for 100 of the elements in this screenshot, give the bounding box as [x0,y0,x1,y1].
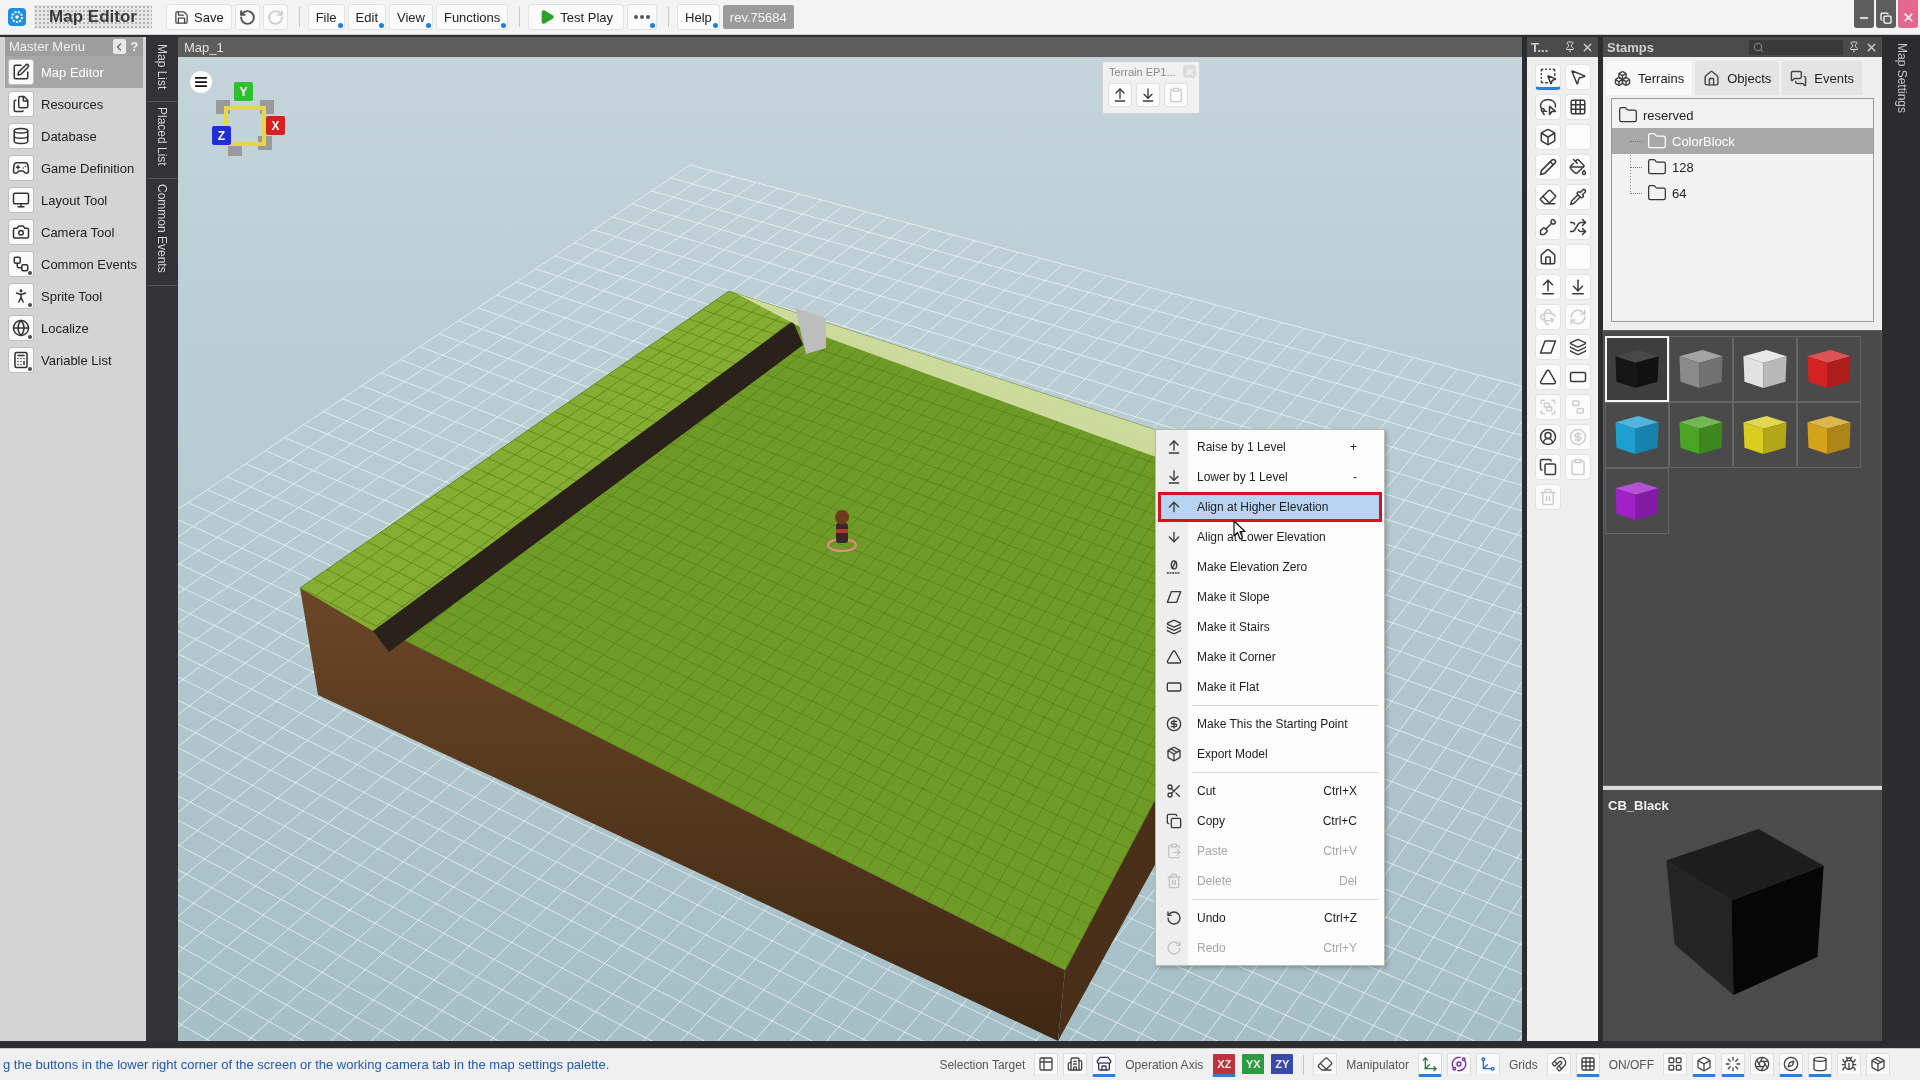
stamp-tile[interactable] [1797,402,1861,468]
tool-button[interactable] [1564,64,1591,90]
menu-item[interactable]: Camera Tool [5,216,143,248]
menu-item[interactable]: Make Elevation Zero [1158,552,1382,582]
tree-item[interactable]: 64 [1612,180,1873,206]
tool-button[interactable] [1534,274,1561,300]
tab[interactable]: Events [1782,61,1863,95]
menu-item[interactable]: Make it Slope [1158,582,1382,612]
axis-cube[interactable] [266,116,285,135]
stamp-tile[interactable] [1669,336,1733,402]
menu-item[interactable]: Copy Ctrl+C [1158,806,1382,836]
close-button[interactable] [1898,0,1918,28]
tool-button[interactable] [1534,64,1561,90]
menu-item[interactable]: Make it Stairs [1158,612,1382,642]
tool-button[interactable] [1564,184,1591,210]
menu-item[interactable]: Raise by 1 Level + [1158,432,1382,462]
tool-button[interactable] [1534,424,1561,450]
toggle-button[interactable] [1837,1052,1861,1077]
menu-item[interactable]: Localize [5,312,143,344]
axis-toggle[interactable]: ZY [1270,1052,1295,1077]
side-tab[interactable]: Map List [147,39,177,103]
tool-button[interactable] [1564,214,1591,240]
toggle-button[interactable] [1663,1052,1687,1077]
tab[interactable]: Terrains [1606,61,1693,95]
toggle-button[interactable] [1447,1052,1471,1077]
tool-button[interactable] [1564,274,1591,300]
menu-item[interactable]: Make it Flat [1158,672,1382,702]
popup-tool-button[interactable] [1108,83,1132,107]
tool-button[interactable] [1534,364,1561,390]
collapse-button[interactable] [112,39,126,54]
stamp-tile[interactable] [1733,336,1797,402]
menu-button[interactable]: Functions [435,4,509,30]
tool-button[interactable] [1534,334,1561,360]
side-tab[interactable]: Map Settings [1887,43,1917,114]
document-tab[interactable]: Map_1 [178,37,1522,57]
search-field[interactable] [1749,39,1843,55]
tree-item[interactable]: reserved [1612,102,1873,128]
toggle-button[interactable] [1476,1052,1500,1077]
axis-toggle[interactable]: XZ [1212,1052,1237,1077]
toggle-button[interactable] [1546,1052,1571,1077]
popup-tool-button[interactable] [1136,83,1160,107]
tool-button[interactable] [1564,364,1591,390]
menu-button[interactable]: Edit [347,4,386,30]
restore-button[interactable] [1876,0,1896,28]
tool-button[interactable] [1534,244,1561,270]
tool-button[interactable] [1534,184,1561,210]
menu-item[interactable]: Cut Ctrl+X [1158,776,1382,806]
menu-item[interactable]: Align at Higher Elevation [1158,492,1382,522]
menu-item[interactable]: Export Model [1158,739,1382,769]
menu-item[interactable]: Game Definition [5,152,143,184]
side-tab[interactable]: Common Events [147,179,177,286]
minimize-button[interactable] [1854,0,1874,28]
tool-button[interactable] [1534,214,1561,240]
menu-item[interactable]: Common Events [5,248,143,280]
menu-item[interactable]: Make This the Starting Point [1158,709,1382,739]
toggle-button[interactable] [1575,1052,1600,1077]
toggle-button[interactable] [1808,1052,1832,1077]
help-menu-button[interactable]: Help [677,4,720,30]
toggle-button[interactable] [1692,1052,1716,1077]
toggle-button[interactable] [1034,1052,1059,1077]
menu-item[interactable]: Database [5,120,143,152]
toggle-button[interactable] [1779,1052,1803,1077]
stamp-tile[interactable] [1733,402,1797,468]
toggle-button[interactable] [1866,1052,1890,1077]
tool-button[interactable] [1564,94,1591,120]
menu-button[interactable]: View [389,4,433,30]
menu-button[interactable]: File [307,4,345,30]
menu-item[interactable]: Undo Ctrl+Z [1158,903,1382,933]
tool-button[interactable] [1564,154,1591,180]
side-tab[interactable]: Placed List [147,102,177,180]
tool-button[interactable] [1534,154,1561,180]
toggle-button[interactable] [1418,1052,1442,1077]
menu-item[interactable]: Lower by 1 Level - [1158,462,1382,492]
stamp-tile[interactable] [1797,336,1861,402]
save-button[interactable]: Save [166,4,232,30]
tool-button[interactable] [1534,124,1561,150]
toggle-button[interactable] [1721,1052,1745,1077]
axis-cube[interactable] [212,126,231,145]
toggle-button[interactable] [1063,1052,1088,1077]
menu-item[interactable]: Variable List [5,344,143,376]
pin-icon[interactable] [1564,41,1576,53]
toggle-button[interactable] [1092,1052,1117,1077]
menu-item[interactable]: Layout Tool [5,184,143,216]
menu-item[interactable]: Make it Corner [1158,642,1382,672]
more-button[interactable] [627,4,658,30]
tool-button[interactable] [1534,94,1561,120]
menu-item[interactable]: Sprite Tool [5,280,143,312]
undo-button[interactable] [234,4,260,30]
tab[interactable]: Objects [1695,61,1780,95]
tool-button[interactable] [1534,454,1561,480]
stamp-tile[interactable] [1605,402,1669,468]
pin-icon[interactable] [1848,41,1860,53]
tool-button[interactable] [1564,334,1591,360]
test-play-button[interactable]: Test Play [528,4,625,30]
menu-item[interactable]: Resources [5,88,143,120]
stamp-tile[interactable] [1605,468,1669,534]
toggle-button[interactable] [1750,1052,1774,1077]
tree-item[interactable]: 128 [1612,154,1873,180]
toggle-button[interactable] [1313,1052,1338,1077]
stamp-tile[interactable] [1669,402,1733,468]
